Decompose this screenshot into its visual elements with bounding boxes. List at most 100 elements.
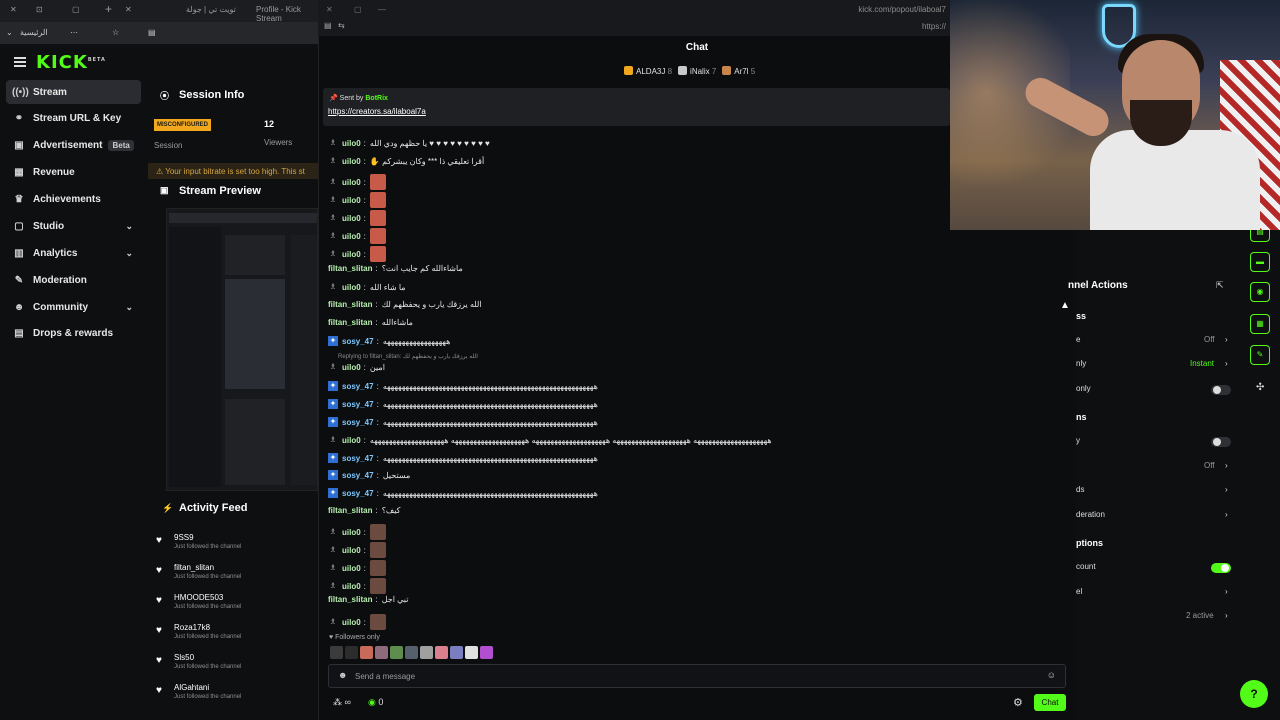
chat-message[interactable]: ♗ uilo0: [328,560,386,576]
close-tab-icon[interactable]: ✕ [125,5,132,14]
emote-image[interactable] [369,524,386,540]
emote-icon[interactable] [360,646,373,659]
sidebar-item-stream[interactable]: ((•)) Stream [6,80,141,104]
chat-message[interactable]: ♗ uilo0: [328,578,386,594]
minimize-icon[interactable]: — [378,5,386,14]
chat-message[interactable]: ♗ uilo0: [328,192,386,208]
chat-message[interactable]: ♗ uilo0: [328,614,386,630]
apps-icon[interactable]: ✣ [1256,382,1264,393]
sidebar-item-stream-url[interactable]: ⚭ Stream URL & Key [6,106,141,130]
emote-icon[interactable] [390,646,403,659]
sidebar-icon[interactable]: ▤ [148,28,156,37]
emote-icon[interactable] [420,646,433,659]
toggle-switch[interactable] [1211,563,1231,573]
chat-message[interactable]: ♗ uilo0: [328,524,386,540]
sidebar-item-revenue[interactable]: ▦ Revenue [6,160,141,184]
emote-image[interactable] [369,228,386,244]
action-value[interactable]: Off [1204,335,1215,344]
chat-message[interactable]: ♗ uilo0: ما شاء الله [328,282,405,292]
chat-username[interactable]: uilo0 [342,618,361,627]
emoji-icon[interactable]: ☺ [1047,670,1056,680]
chat-username[interactable]: uilo0 [342,564,361,573]
chat-message[interactable]: filtan_slitan: الله يرزقك يارب و يحفظهم ل… [328,300,482,309]
chevron-right-icon[interactable]: › [1225,510,1228,519]
sidebar-item-achievements[interactable]: ♛ Achievements [6,187,141,211]
chat-username[interactable]: uilo0 [342,582,361,591]
chat-username[interactable]: uilo0 [342,196,361,205]
emote-icon[interactable] [345,646,358,659]
chat-mode-icon[interactable]: ☻ [338,670,347,680]
chat-username[interactable]: filtan_slitan [328,264,372,273]
sidebar-item-studio[interactable]: ▢ Studio ⌄ [6,214,141,238]
toggle-switch[interactable] [1211,437,1231,447]
tab-title[interactable]: تويت تي | جولة [186,5,236,14]
gifter[interactable]: ALDA3J 8 [624,66,672,76]
chat-username[interactable]: sosy_47 [342,337,374,346]
chat-username[interactable]: filtan_slitan [328,506,372,515]
star-icon[interactable]: ☆ [112,28,119,37]
emote-image[interactable] [369,246,386,262]
chat-username[interactable]: filtan_slitan [328,300,372,309]
chat-username[interactable]: filtan_slitan [328,595,372,604]
gifter[interactable]: iNalix 7 [678,66,716,76]
emote-image[interactable] [369,192,386,208]
wrench-icon[interactable]: ✎ [1250,345,1270,365]
chat-username[interactable]: uilo0 [342,546,361,555]
page-icon[interactable]: ▤ [324,21,332,30]
sidebar-item-advertisement[interactable]: ▣ Advertisement Beta [6,133,141,157]
chat-username[interactable]: uilo0 [342,178,361,187]
chevron-right-icon[interactable]: › [1225,461,1228,470]
emote-image[interactable] [369,174,386,190]
chat-username[interactable]: filtan_slitan [328,318,372,327]
pinned-link[interactable]: https://creators.sa/ilaboal7a [328,107,426,116]
pinned-message[interactable]: 📌 Sent by BotRix https://creators.sa/ila… [323,88,950,126]
emote-image[interactable] [369,542,386,558]
emote-image[interactable] [369,614,386,630]
chat-message[interactable]: ✦ sosy_47: ههههههههههههههههههههههههههههههه… [328,381,598,391]
chat-username[interactable]: uilo0 [342,363,361,372]
chevron-down-icon[interactable]: ⌄ [6,28,13,37]
close-icon[interactable]: ✕ [326,5,333,14]
emote-icon[interactable] [450,646,463,659]
action-value[interactable]: 2 active [1186,611,1214,620]
chat-username[interactable]: sosy_47 [342,382,374,391]
chat-username[interactable]: uilo0 [342,250,361,259]
new-tab-icon[interactable]: + [105,2,112,16]
sidebar-item-drops[interactable]: ▤ Drops & rewards [6,321,141,345]
channel-points[interactable]: ◉ 0 [368,697,383,708]
emote-icon[interactable] [480,646,493,659]
chat-message[interactable]: ♗ uilo0: [328,210,386,226]
chat-username[interactable]: uilo0 [342,232,361,241]
chat-message[interactable]: ♗ uilo0: ههههههههههههههههههههه ههههههههههه… [328,435,771,445]
chat-username[interactable]: uilo0 [342,283,361,292]
chat-message[interactable]: ♗ uilo0: [328,246,386,262]
sidebar-item-analytics[interactable]: ▥ Analytics ⌄ [6,241,141,265]
action-value[interactable]: Instant [1190,359,1214,368]
chat-message[interactable]: filtan_slitan: ماشاءالله [328,318,413,327]
chevron-right-icon[interactable]: › [1225,611,1228,620]
chat-message[interactable]: ♗ uilo0: [328,174,386,190]
chat-message[interactable]: ♗ uilo0: امين [328,362,385,372]
help-icon[interactable]: ? [1240,680,1268,708]
sidebar-item-community[interactable]: ☻ Community ⌄ [6,295,141,319]
layout-icon[interactable]: ▦ [1250,314,1270,334]
translate-icon[interactable]: ⇆ [338,21,345,30]
chevron-right-icon[interactable]: › [1225,485,1228,494]
emote-icon[interactable] [405,646,418,659]
chat-username[interactable]: uilo0 [342,436,361,445]
emote-icon[interactable] [435,646,448,659]
chat-username[interactable]: sosy_47 [342,418,374,427]
chat-username[interactable]: sosy_47 [342,489,374,498]
emote-image[interactable] [369,560,386,576]
close-window-icon[interactable]: ✕ [10,5,17,14]
address-text[interactable]: الرئيسية [20,28,48,37]
send-chat-button[interactable]: Chat [1034,694,1066,711]
gifter[interactable]: Ar7l 5 [722,66,755,76]
chat-message[interactable]: ✦ sosy_47: ههههههههههههههههههههههههههههههه… [328,488,598,498]
chat-message[interactable]: ♗ uilo0: [328,228,386,244]
chat-message[interactable]: filtan_slitan: ماشاءالله كم جايب انت؟ [328,264,463,273]
tab-icon[interactable]: ⊡ [36,5,43,14]
sidebar-item-moderation[interactable]: ✎ Moderation [6,268,141,292]
kick-logo[interactable]: KICKBETA [36,52,106,73]
broadcast-icon[interactable]: ◉ [1250,282,1270,302]
